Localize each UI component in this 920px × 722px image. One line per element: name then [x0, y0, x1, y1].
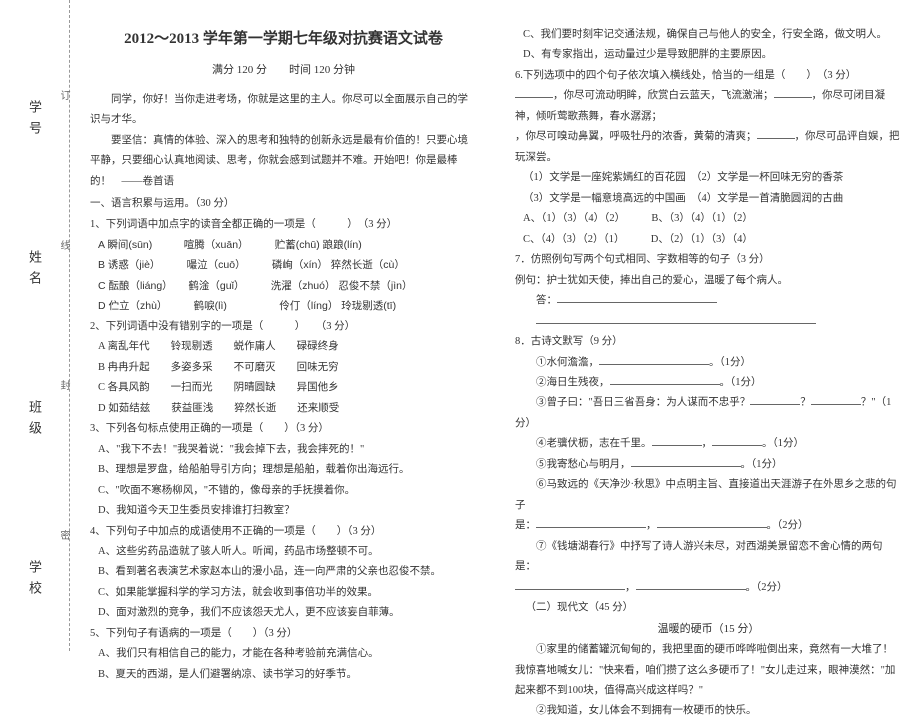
exam-title: 2012～2013 学年第一学期七年级对抗赛语文试卷 [90, 25, 477, 54]
intro-p2: 要坚信：真情的体验、深入的思考和独特的创新永远是最有价值的！只要心境平静，只要细… [90, 131, 477, 192]
q6-l3-text: ，你尽可嗅动鼻翼，呼吸牡丹的浓香，黄菊的清爽； [515, 131, 757, 142]
q5-stem: 5、下列句子有语病的一项是（ ）（3 分） [90, 624, 477, 644]
passage-title: 温暖的硬币（15 分） [515, 619, 902, 640]
q6-choice-a: A、（1）（3）（4）（2） B、（3）（4）（1）（2） [515, 209, 902, 229]
content-area: 2012～2013 学年第一学期七年级对抗赛语文试卷 满分 120 分 时间 1… [70, 0, 920, 651]
q6-line1: ，你尽可流动明眸，欣赏白云蓝天，飞流激湍；，你尽可闭目凝神，倾听莺歌燕舞，春水潺… [515, 86, 902, 127]
binding-label-class: 班级 [25, 400, 44, 442]
q8-2: ②海日生残夜， 。（1分） [515, 373, 902, 393]
q2-opt-d: D 如茹结兹 获益匪浅 猝然长逝 还来顺受 [90, 399, 477, 419]
q8-3-sep: ？ [800, 397, 811, 408]
column-left: 2012～2013 学年第一学期七年级对抗赛语文试卷 满分 120 分 时间 1… [70, 0, 495, 651]
q6-line3: ，你尽可嗅动鼻翼，呼吸牡丹的浓香，黄菊的清爽；，你尽可品评自娱，把玩深尝。 [515, 127, 902, 168]
q3-opt-b: B、理想是罗盘，给船舶导引方向；理想是船舶，载着你出海远行。 [90, 460, 477, 480]
q8-7a: ⑦《钱塘湖春行》中抒写了诗人游兴未尽，对西湖美景留恋不舍心情的两句是： [515, 537, 902, 578]
q1-opt-c: C 酝酿（liáng） 鹤淦（guǐ） 洗濯（zhuó） 忍俊不禁（jìn） [90, 276, 477, 296]
binding-label-id: 学号 [25, 100, 44, 142]
binding-mark: 密 [56, 530, 71, 565]
q8-7b: ， 。（2分） [515, 578, 902, 598]
q7-example: 例句：护士犹如天使，捧出自己的爱心，温暖了每个病人。 [515, 271, 902, 291]
q8-2-text: ②海日生残夜， [536, 377, 610, 388]
q7-answer: 答： [515, 291, 902, 311]
q2-opt-a: A 离乱年代 铃现剔透 蜕作庸人 碌碌终身 [90, 337, 477, 357]
q8-2-score: 。（1分） [720, 377, 762, 388]
section-1-head: 一、语言积累与运用。（30 分） [90, 194, 477, 214]
q6-opts-1: （1）文学是一座姹紫嫣红的百花园 （2）文学是一杯回味无穷的香茶 [515, 168, 902, 188]
q8-7-sep: ， [625, 582, 636, 593]
q8-7-end: 。（2分） [746, 582, 788, 593]
q7-answer-2 [515, 312, 902, 332]
binding-label-school: 学校 [25, 560, 44, 602]
exam-subtitle: 满分 120 分 时间 120 分钟 [90, 60, 477, 81]
passage-p1: ①家里的储蓄罐沉甸甸的，我把里面的硬币哗哗啦倒出来，竟然有一大堆了！我惊喜地喊女… [515, 640, 902, 701]
q4-opt-b: B、看到著名表演艺术家赵本山的漫小品，连一向严肃的父亲也忍俊不禁。 [90, 562, 477, 582]
q8-4-text: ④老骥伏枥，志在千里。 [536, 438, 652, 449]
q2-opt-b: B 冉冉升起 多姿多采 不可磨灭 回味无穷 [90, 358, 477, 378]
q3-opt-a: A、"我下不去！"我哭着说："我会掉下去，我会摔死的！" [90, 440, 477, 460]
q2-opt-c: C 各具风韵 一扫而光 阴晴圆缺 异国他乡 [90, 378, 477, 398]
q5-opt-b: B、夏天的西湖，是人们避署纳凉、读书学习的好季节。 [90, 665, 477, 685]
q8-6b: 是： ， 。（2分） [515, 516, 902, 536]
q8-6b-text: 是： [515, 520, 536, 531]
q4-opt-d: D、面对激烈的竞争，我们不应该怨天尤人，更不应该妄自菲薄。 [90, 603, 477, 623]
q8-5-score: 。（1分） [741, 459, 783, 470]
q3-opt-c: C、"吹面不寒杨柳风，"不错的，像母亲的手抚摸着你。 [90, 481, 477, 501]
q8-1-text: ①水何澹澹， [536, 357, 599, 368]
q8-4: ④老骥伏枥，志在千里。 ， 。（1分） [515, 434, 902, 454]
q1-stem: 1、下列词语中加点字的读音全都正确的一项是（ ） （3 分） [90, 215, 477, 235]
q8-stem: 8．古诗文默写（9 分） [515, 332, 902, 352]
q8-1-score: 。（1分） [709, 357, 751, 368]
binding-margin: 学号 姓名 班级 学校 订 线 封 密 [0, 0, 70, 651]
column-right: C、我们要时刻牢记交通法规，确保自己与他人的安全，行安全路，做文明人。 D、有专… [495, 0, 920, 651]
q8-4-end: 。（1分） [762, 438, 804, 449]
binding-mark: 线 [56, 240, 71, 275]
binding-label-name: 姓名 [25, 250, 44, 292]
intro-p1: 同学，你好！当你走进考场，你就是这里的主人。你尽可以全面展示自己的学识与才华。 [90, 90, 477, 131]
q8-5: ⑤我寄愁心与明月， 。（1分） [515, 455, 902, 475]
q7-stem: 7．仿照例句写两个句式相同、字数相等的句子（3 分） [515, 250, 902, 270]
q6-opts-2: （3）文学是一幅意境高远的中国画 （4）文学是一首清脆圆润的古曲 [515, 189, 902, 209]
q4-stem: 4、下列句子中加点的成语使用不正确的一项是（ ）（3 分） [90, 522, 477, 542]
section-2-head: （二）现代文（45 分） [515, 598, 902, 618]
q5-opt-c: C、我们要时刻牢记交通法规，确保自己与他人的安全，行安全路，做文明人。 [515, 25, 902, 45]
q1-opt-a: A 瞬间(sūn) 喧腾（xuān） 贮蓄(chū) 踉踉(lín) [90, 235, 477, 255]
q3-stem: 3、下列各句标点使用正确的一项是（ ）（3 分） [90, 419, 477, 439]
q8-6a: ⑥马致远的《天净沙·秋思》中点明主旨、直接道出天涯游子在外思乡之悲的句子 [515, 475, 902, 516]
q8-3: ③曾子曰："吾日三省吾身：为人谋而不忠乎？？？"（1分） [515, 393, 902, 434]
q4-opt-c: C、如果能掌握科学的学习方法，就会收到事倍功半的效果。 [90, 583, 477, 603]
q8-1: ①水何澹澹， 。（1分） [515, 353, 902, 373]
q8-5-text: ⑤我寄愁心与明月， [536, 459, 631, 470]
q6-l1-text: ，你尽可流动明眸，欣赏白云蓝天，飞流激湍； [553, 90, 774, 101]
q8-3-text: ③曾子曰："吾日三省吾身：为人谋而不忠乎？ [536, 397, 750, 408]
q8-6-sep: ， [646, 520, 657, 531]
passage-p2: ②我知道，女儿体会不到拥有一枚硬币的快乐。 [515, 701, 902, 721]
q8-4-sep: ， [702, 438, 713, 449]
q4-opt-a: A、这些劣药品造就了骇人听人。听闻，药品市场整顿不可。 [90, 542, 477, 562]
q7-ans-label: 答： [536, 295, 557, 306]
q2-stem: 2、下列词语中没有错别字的一项是（ ） （3 分） [90, 317, 477, 337]
q1-opt-d: D 伫立（zhù） 鹤唳(lì) 伶仃（líng） 玲珑剔透(tī) [90, 296, 477, 316]
q3-opt-d: D、我知道今天卫生委员安排谁打扫教室？ [90, 501, 477, 521]
q5-opt-d: D、有专家指出，运动量过少是导致肥胖的主要原因。 [515, 45, 902, 65]
q1-opt-b: B 诱惑（jiè） 嘬泣（cuō） 磷峋（xín） 猝然长逝（cù） [90, 255, 477, 275]
binding-mark: 封 [56, 380, 71, 415]
binding-mark: 订 [56, 90, 71, 125]
q8-6-end: 。（2分） [767, 520, 809, 531]
q6-choice-b: C、（4）（3）（2）（1） D、（2）（1）（3）（4） [515, 230, 902, 250]
q6-stem: 6.下列选项中的四个句子依次填入横线处，恰当的一组是（ ） （3 分） [515, 66, 902, 86]
q5-opt-a: A、我们只有相信自己的能力，才能在各种考验前充满信心。 [90, 644, 477, 664]
